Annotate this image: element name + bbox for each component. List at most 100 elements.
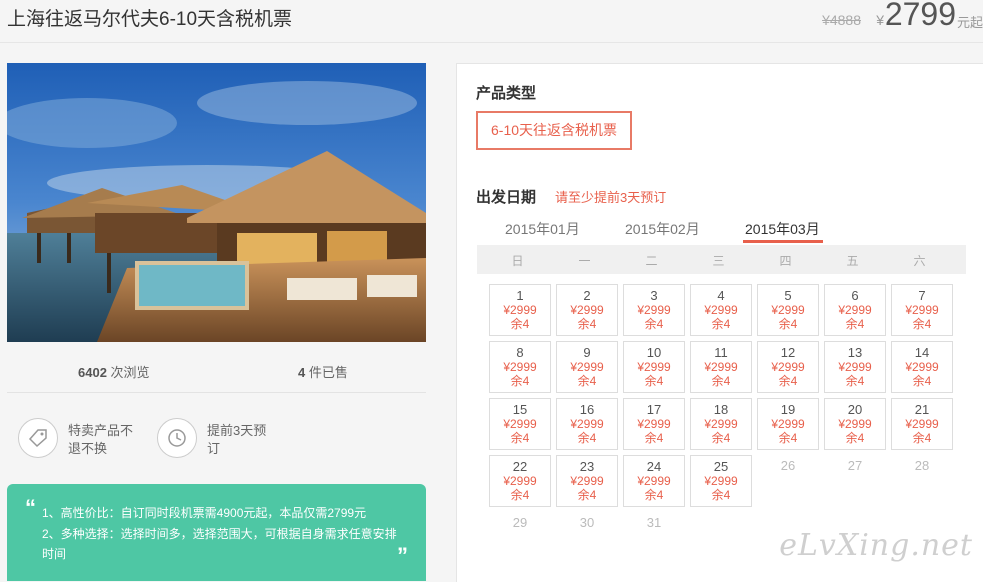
day-number: 22: [512, 459, 528, 474]
product-photo: [7, 63, 426, 342]
day-number: 15: [512, 402, 528, 417]
maldives-villa-photo: [7, 63, 426, 342]
weekday-mon: 一: [578, 254, 591, 268]
month-tab-jan[interactable]: 2015年01月: [505, 219, 580, 239]
day-number: 9: [583, 345, 591, 360]
feature-text: 特卖产品不退不换: [68, 423, 134, 456]
calendar-day-cell[interactable]: 10 ¥2999 余4: [623, 341, 685, 393]
day-remaining: 余4: [778, 431, 798, 445]
day-number: 2: [583, 288, 591, 303]
day-number: 10: [646, 345, 662, 360]
day-number: 6: [851, 288, 859, 303]
day-price: ¥2999: [838, 417, 872, 431]
day-price: ¥2999: [637, 360, 671, 374]
day-price: ¥2999: [503, 474, 537, 488]
calendar-day-cell[interactable]: 15 ¥2999 余4: [489, 398, 551, 450]
weekday-sun: 日: [511, 254, 524, 268]
views-stat: 6402 次浏览: [78, 362, 150, 381]
day-remaining: 余4: [711, 374, 731, 388]
calendar-day-cell[interactable]: 13 ¥2999 余4: [824, 341, 886, 393]
day-number: 20: [847, 402, 863, 417]
calendar-day-cell[interactable]: 4 ¥2999 余4: [690, 284, 752, 336]
calendar-day-cell[interactable]: 11 ¥2999 余4: [690, 341, 752, 393]
calendar-day-cell[interactable]: 3 ¥2999 余4: [623, 284, 685, 336]
month-tabs: 2015年01月 2015年02月 2015年03月: [457, 219, 983, 245]
calendar-day-cell[interactable]: 6 ¥2999 余4: [824, 284, 886, 336]
active-month-indicator: [743, 240, 823, 243]
month-tab-feb[interactable]: 2015年02月: [625, 219, 700, 239]
day-number: 4: [717, 288, 725, 303]
sale-price: 2799: [884, 0, 956, 32]
calendar-day-cell[interactable]: 14 ¥2999 余4: [891, 341, 953, 393]
month-tab-mar[interactable]: 2015年03月: [745, 219, 820, 239]
product-image-area: [7, 63, 426, 342]
day-remaining: 余4: [577, 488, 597, 502]
day-remaining: 余4: [912, 317, 932, 331]
day-number: 3: [650, 288, 658, 303]
calendar-day-cell[interactable]: 24 ¥2999 余4: [623, 455, 685, 507]
calendar-day-cell[interactable]: 21 ¥2999 余4: [891, 398, 953, 450]
booking-tip: 请至少提前3天预订: [555, 190, 667, 205]
calendar-day-cell[interactable]: 2 ¥2999 余4: [556, 284, 618, 336]
day-price: ¥2999: [838, 303, 872, 317]
calendar-day-cell[interactable]: 17 ¥2999 余4: [623, 398, 685, 450]
day-remaining: 余4: [577, 317, 597, 331]
day-remaining: 余4: [644, 488, 664, 502]
day-price: ¥2999: [503, 417, 537, 431]
product-stats: 6402 次浏览 4 件已售: [7, 362, 426, 392]
calendar-day-cell[interactable]: 9 ¥2999 余4: [556, 341, 618, 393]
weekday-thu: 四: [779, 254, 792, 268]
day-price: ¥2999: [771, 417, 805, 431]
day-price: ¥2999: [704, 417, 738, 431]
calendar-day-cell[interactable]: 7 ¥2999 余4: [891, 284, 953, 336]
day-number: 18: [713, 402, 729, 417]
close-quote-icon: ”: [397, 543, 408, 568]
day-price: ¥2999: [637, 417, 671, 431]
weekday-tue: 二: [645, 254, 658, 268]
day-price: ¥2999: [570, 360, 604, 374]
calendar-day-cell[interactable]: 20 ¥2999 余4: [824, 398, 886, 450]
day-number: 16: [579, 402, 595, 417]
day-price: ¥2999: [570, 303, 604, 317]
weekday-header: 日 一 二 三 四 五 六: [477, 245, 966, 274]
calendar-day-cell[interactable]: 25 ¥2999 余4: [690, 455, 752, 507]
calendar-day-cell[interactable]: 8 ¥2999 余4: [489, 341, 551, 393]
calendar-day-cell[interactable]: 5 ¥2999 余4: [757, 284, 819, 336]
calendar-day-cell[interactable]: 22 ¥2999 余4: [489, 455, 551, 507]
calendar-day-cell[interactable]: 18 ¥2999 余4: [690, 398, 752, 450]
day-price: ¥2999: [905, 303, 939, 317]
day-price: ¥2999: [503, 360, 537, 374]
feature-text: 提前3天预订: [207, 423, 267, 456]
calendar-day-cell[interactable]: 23 ¥2999 余4: [556, 455, 618, 507]
day-number: 25: [713, 459, 729, 474]
day-remaining: 余4: [711, 431, 731, 445]
day-price: ¥2999: [704, 360, 738, 374]
day-price: ¥2999: [771, 360, 805, 374]
price-unit: 元起: [956, 15, 983, 30]
day-remaining: 余4: [510, 431, 530, 445]
day-remaining: 余4: [644, 374, 664, 388]
calendar-day-cell[interactable]: 1 ¥2999 余4: [489, 284, 551, 336]
watermark-logo: eLvXing.net: [779, 528, 973, 563]
day-price: ¥2999: [704, 474, 738, 488]
divider: [7, 392, 426, 393]
calendar-day-cell[interactable]: 19 ¥2999 余4: [757, 398, 819, 450]
product-type-option[interactable]: 6-10天往返含税机票: [476, 111, 633, 150]
day-remaining: 余4: [644, 431, 664, 445]
day-price: ¥2999: [637, 303, 671, 317]
feature-advance-booking: 提前3天预订: [157, 418, 277, 458]
day-price: ¥2999: [704, 303, 738, 317]
calendar-day-unavailable: 27: [847, 458, 863, 473]
day-number: 7: [918, 288, 926, 303]
day-price: ¥2999: [905, 417, 939, 431]
booking-panel: 产品类型 6-10天往返含税机票 出发日期 请至少提前3天预订 2015年01月…: [456, 63, 983, 582]
sold-stat: 4 件已售: [298, 362, 348, 381]
day-remaining: 余4: [577, 431, 597, 445]
original-price: ¥4888: [822, 12, 861, 28]
feature-no-refund: 特卖产品不退不换: [18, 418, 138, 458]
calendar-day-cell[interactable]: 12 ¥2999 余4: [757, 341, 819, 393]
calendar-day-cell[interactable]: 16 ¥2999 余4: [556, 398, 618, 450]
calendar-day-unavailable: 29: [512, 515, 528, 530]
promo-line-1: 1、高性价比：自订同时段机票需4900元起，本品仅需2799元: [42, 506, 367, 520]
day-number: 13: [847, 345, 863, 360]
